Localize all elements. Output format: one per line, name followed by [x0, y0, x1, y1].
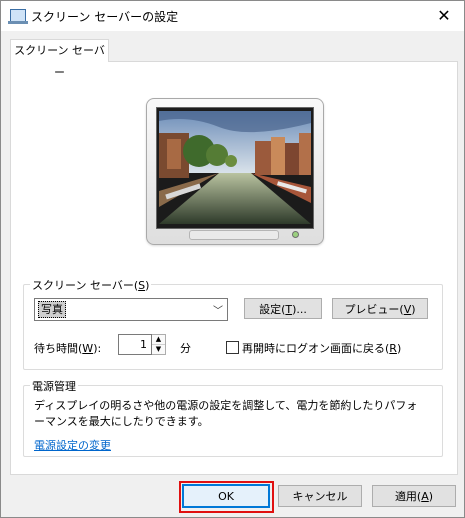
spin-down-icon[interactable]: ▼: [152, 345, 165, 354]
wait-time-unit: 分: [180, 342, 191, 355]
monitor-preview: [146, 98, 324, 245]
screensaver-select-value: 写真: [38, 301, 66, 318]
resume-logon-checkbox[interactable]: [226, 341, 239, 354]
tab-panel: スクリーン セーバー(S) 写真 ﹀ 設定(T)... プレビュー(V) 待ち時…: [10, 61, 458, 475]
wait-time-stepper: ▲ ▼: [152, 334, 166, 355]
window-title: スクリーン セーバーの設定: [31, 10, 179, 24]
cancel-button[interactable]: キャンセル: [278, 485, 362, 507]
title-bar: スクリーン セーバーの設定 ✕: [1, 1, 464, 31]
apply-button[interactable]: 適用(A): [372, 485, 456, 507]
preview-photo: [159, 111, 311, 224]
preview-button[interactable]: プレビュー(V): [332, 298, 428, 319]
wait-time-input[interactable]: 1: [118, 334, 152, 355]
tab-screensaver[interactable]: スクリーン セーバー: [10, 39, 109, 79]
power-group-label: 電源管理: [30, 378, 78, 394]
wait-time-label: 待ち時間(W):: [34, 342, 102, 355]
ok-button[interactable]: OK: [182, 484, 270, 508]
screensaver-group-label: スクリーン セーバー(S): [30, 277, 152, 293]
settings-button[interactable]: 設定(T)...: [244, 298, 322, 319]
power-description: ディスプレイの明るさや他の電源の設定を調整して、電力を節約したりパフォ ーマンス…: [34, 399, 418, 428]
monitor-screen: [156, 107, 314, 229]
power-settings-link[interactable]: 電源設定の変更: [34, 437, 111, 453]
resume-logon-label[interactable]: 再開時にログオン画面に戻る(R): [242, 340, 401, 356]
power-led-icon: [292, 231, 299, 238]
screensaver-select[interactable]: 写真 ﹀: [34, 298, 228, 321]
spin-up-icon[interactable]: ▲: [152, 335, 165, 345]
dropdown-arrow-icon: ﹀: [213, 306, 223, 317]
screensaver-settings-dialog: スクリーン セーバーの設定 ✕ スクリーン セーバー スクリーン セーバー(S)…: [0, 0, 465, 518]
screensaver-group: スクリーン セーバー(S) 写真 ﹀ 設定(T)... プレビュー(V) 待ち時…: [23, 277, 443, 370]
close-icon[interactable]: ✕: [424, 1, 464, 31]
monitor-base: [189, 230, 279, 240]
app-icon: [8, 9, 28, 24]
power-group: 電源管理 ディスプレイの明るさや他の電源の設定を調整して、電力を節約したりパフォ…: [23, 378, 443, 457]
